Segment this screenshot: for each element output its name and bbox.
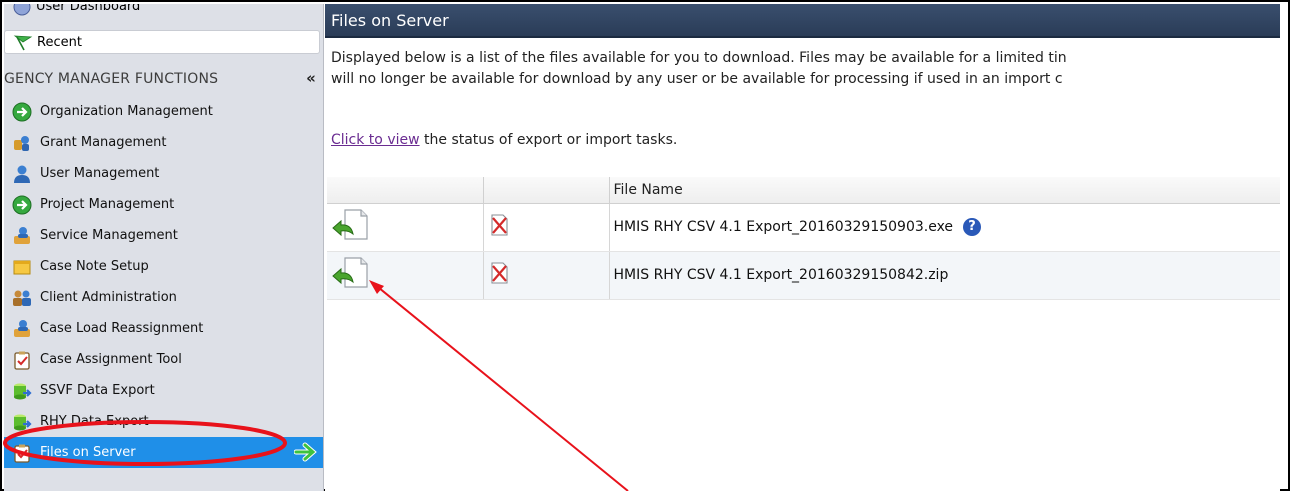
- section-header-agency-manager-functions: GENCY MANAGER FUNCTIONS «: [4, 68, 323, 90]
- delete-file-icon[interactable]: [488, 214, 510, 241]
- application-frame: User Dashboard Recent GENCY MANAGER FUNC…: [0, 0, 1290, 491]
- sidebar-item-label: SSVF Data Export: [40, 383, 155, 398]
- sidebar-item-label: Case Note Setup: [40, 259, 149, 274]
- sidebar-item-label: Case Assignment Tool: [40, 352, 182, 367]
- green-arrow-circle-icon: [12, 195, 32, 215]
- status-line: Click to view the status of export or im…: [331, 132, 677, 148]
- sidebar-item-label: RHY Data Export: [40, 414, 149, 429]
- sidebar-item-files-on-server[interactable]: Files on Server: [4, 437, 323, 468]
- file-name-text: HMIS RHY CSV 4.1 Export_20160329150842.z…: [613, 267, 949, 283]
- dashboard-icon: [12, 4, 32, 21]
- client-group-icon: [12, 288, 32, 308]
- sidebar-item-ssvf-data-export[interactable]: SSVF Data Export: [4, 375, 323, 406]
- sidebar-item-case-note-setup[interactable]: Case Note Setup: [4, 251, 323, 282]
- column-header-file-name: File Name: [609, 177, 1280, 204]
- sidebar-item-label: User Dashboard: [36, 4, 141, 14]
- service-icon: [12, 319, 32, 339]
- click-to-view-link[interactable]: Click to view: [331, 132, 420, 148]
- sidebar-item-case-load-reassignment[interactable]: Case Load Reassignment: [4, 313, 323, 344]
- note-icon: [12, 257, 32, 277]
- clipboard-check-icon: [12, 443, 32, 463]
- download-file-icon[interactable]: [331, 209, 371, 247]
- sidebar-item-label: Client Administration: [40, 290, 177, 305]
- file-name-text: HMIS RHY CSV 4.1 Export_20160329150903.e…: [613, 219, 954, 235]
- download-file-icon[interactable]: [331, 257, 371, 295]
- main-panel: Files on Server Displayed below is a lis…: [325, 4, 1280, 491]
- sidebar-item-case-assignment-tool[interactable]: Case Assignment Tool: [4, 344, 323, 375]
- sidebar-item-label: Recent: [37, 34, 82, 50]
- database-export-icon: [12, 381, 32, 401]
- green-flag-icon: [13, 34, 33, 56]
- intro-line-1: Displayed below is a list of the files a…: [331, 50, 1067, 66]
- column-header-delete: [483, 177, 610, 204]
- section-title: GENCY MANAGER FUNCTIONS: [4, 71, 219, 87]
- sidebar-item-service-management[interactable]: Service Management: [4, 220, 323, 251]
- delete-cell: [483, 251, 610, 300]
- files-table: File Name HMIS RHY CSV 4.1 Export_201603…: [327, 177, 1280, 300]
- sidebar-item-rhy-data-export[interactable]: RHY Data Export: [4, 406, 323, 437]
- delete-file-icon[interactable]: [488, 262, 510, 289]
- table-header-row: File Name: [327, 177, 1280, 204]
- sidebar-item-project-management[interactable]: Project Management: [4, 189, 323, 220]
- user-icon: [12, 164, 32, 184]
- sidebar-item-client-administration[interactable]: Client Administration: [4, 282, 323, 313]
- download-cell: [327, 203, 484, 252]
- service-icon: [12, 226, 32, 246]
- help-icon[interactable]: ?: [963, 218, 982, 236]
- grant-icon: [12, 133, 32, 153]
- sidebar-item-label: Files on Server: [40, 445, 136, 460]
- sidebar-item-label: Case Load Reassignment: [40, 321, 204, 336]
- page-title-bar: Files on Server: [325, 4, 1280, 38]
- column-header-download: [327, 177, 484, 204]
- go-arrow-icon: [293, 441, 318, 467]
- database-export-icon: [12, 412, 32, 432]
- collapse-icon[interactable]: «: [306, 69, 316, 87]
- sidebar-item-grant-management[interactable]: Grant Management: [4, 127, 323, 158]
- sidebar: User Dashboard Recent GENCY MANAGER FUNC…: [4, 4, 324, 491]
- sidebar-item-recent[interactable]: Recent: [4, 30, 320, 54]
- delete-cell: [483, 203, 610, 252]
- sidebar-item-label: Service Management: [40, 228, 178, 243]
- clipboard-check-icon: [12, 350, 32, 370]
- file-name[interactable]: HMIS RHY CSV 4.1 Export_20160329150842.z…: [614, 267, 949, 283]
- intro-line-2: will no longer be available for download…: [331, 71, 1063, 87]
- file-name-cell: HMIS RHY CSV 4.1 Export_20160329150903.e…: [609, 203, 1280, 252]
- sidebar-item-user-dashboard[interactable]: User Dashboard: [4, 4, 323, 21]
- sidebar-menu: Organization Management Grant Management…: [4, 96, 323, 468]
- sidebar-item-label: Project Management: [40, 197, 175, 212]
- green-arrow-circle-icon: [12, 102, 32, 122]
- download-cell: [327, 251, 484, 300]
- intro-text: Displayed below is a list of the files a…: [331, 48, 1279, 90]
- sidebar-item-label: Grant Management: [40, 135, 167, 150]
- file-name-cell: HMIS RHY CSV 4.1 Export_20160329150842.z…: [609, 251, 1280, 300]
- sidebar-item-label: User Management: [40, 166, 160, 181]
- table-row: HMIS RHY CSV 4.1 Export_20160329150842.z…: [327, 251, 1280, 300]
- status-line-text: the status of export or import tasks.: [419, 132, 678, 148]
- sidebar-item-label: Organization Management: [40, 104, 213, 119]
- sidebar-item-user-management[interactable]: User Management: [4, 158, 323, 189]
- file-name[interactable]: HMIS RHY CSV 4.1 Export_20160329150903.e…: [614, 218, 982, 236]
- sidebar-item-organization-management[interactable]: Organization Management: [4, 96, 323, 127]
- page-title: Files on Server: [331, 10, 449, 30]
- table-row: HMIS RHY CSV 4.1 Export_20160329150903.e…: [327, 203, 1280, 252]
